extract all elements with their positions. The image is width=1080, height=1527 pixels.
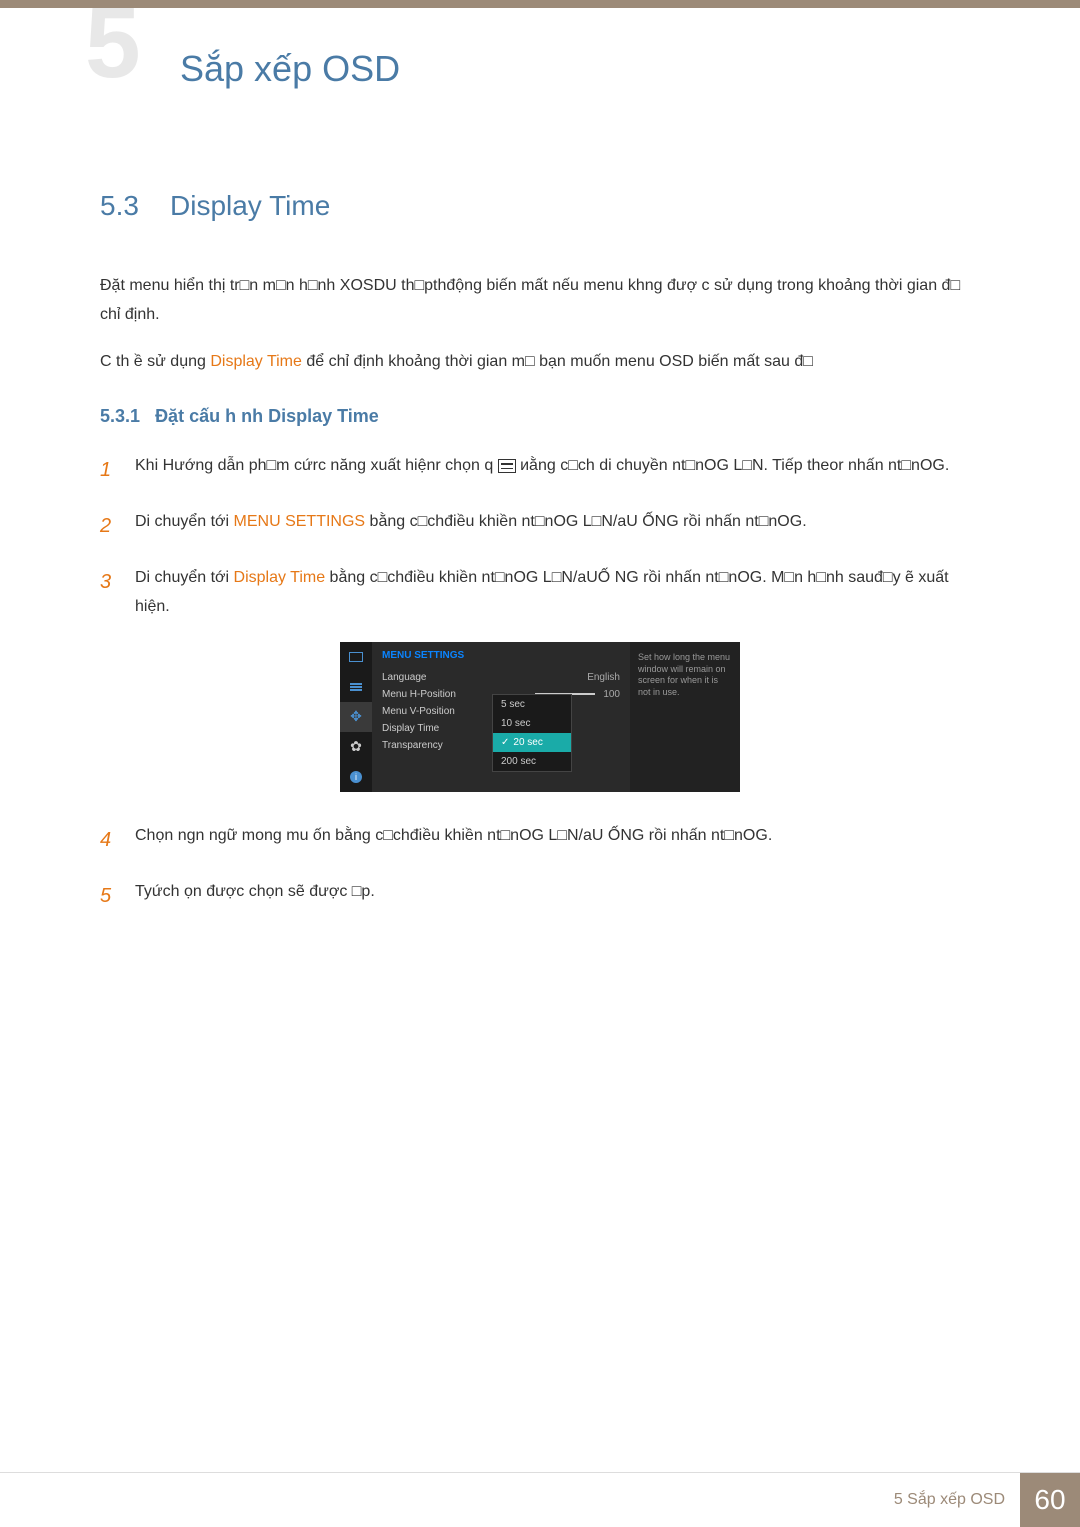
footer-chapter-label: 5 Sắp xếp OSD [894, 1473, 1020, 1527]
subsection-heading: 5.3.1 Đặt cấu h nh Display Time [100, 406, 980, 427]
step-5: 5 Tyứch ọn được chọn sẽ được □p. [100, 878, 980, 914]
step-text: Di chuyển tới MENU SETTINGS bằng c□chđiề… [135, 508, 980, 544]
menu-button-icon [498, 459, 516, 473]
section-heading: 5.3Display Time [100, 190, 980, 222]
osd-dropdown: 5 sec 10 sec ✓20 sec 200 sec [492, 694, 572, 772]
subsection-title: Đặt cấu h nh Display Time [155, 406, 379, 426]
list-icon [340, 672, 372, 702]
page-footer: 5 Sắp xếp OSD 60 [0, 1472, 1080, 1527]
step-4: 4 Chọn ngn ngữ mong mu ốn bằng c□chđiều … [100, 822, 980, 858]
osd-main-panel: MENU SETTINGS Language English Menu H-Po… [372, 642, 630, 792]
monitor-icon [340, 642, 372, 672]
step-number: 1 [100, 452, 135, 488]
osd-help-panel: Set how long the menu window will remain… [630, 642, 740, 792]
step-number: 4 [100, 822, 135, 858]
step-1: 1 Khi Hướng dẫn ph□m cứrc năng xuất hiện… [100, 452, 980, 488]
step-list: 1 Khi Hướng dẫn ph□m cứrc năng xuất hiện… [100, 452, 980, 622]
osd-menu-screenshot: ✥ ✿ i MENU SETTINGS Language English Men… [340, 642, 740, 792]
page-content: 5.3Display Time Đặt menu hiển thị tr□n m… [0, 90, 1080, 914]
step-list-continued: 4 Chọn ngn ngữ mong mu ốn bằng c□chđiều … [100, 822, 980, 914]
highlighted-term: Display Time [234, 569, 326, 586]
footer-page-number: 60 [1020, 1473, 1080, 1527]
osd-menu-title: MENU SETTINGS [382, 650, 620, 661]
osd-option-200sec: 200 sec [493, 752, 571, 771]
step-text: Tyứch ọn được chọn sẽ được □p. [135, 878, 980, 914]
move-icon: ✥ [340, 702, 372, 732]
highlighted-term: MENU SETTINGS [234, 513, 366, 530]
osd-option-10sec: 10 sec [493, 714, 571, 733]
step-text: Di chuyển tới Display Time bằng c□chđiều… [135, 564, 980, 622]
subsection-number: 5.3.1 [100, 406, 140, 426]
top-decorative-bar [0, 0, 1080, 8]
osd-row-language: Language English [382, 669, 620, 686]
osd-option-5sec: 5 sec [493, 695, 571, 714]
step-3: 3 Di chuyển tới Display Time bằng c□chđi… [100, 564, 980, 622]
highlighted-term: Display Time [210, 353, 302, 370]
section-number: 5.3 [100, 190, 170, 222]
section-title: Display Time [170, 190, 330, 221]
osd-option-20sec: ✓20 sec [493, 733, 571, 752]
gear-icon: ✿ [340, 732, 372, 762]
step-text: Khi Hướng dẫn ph□m cứrc năng xuất hiệnr … [135, 452, 980, 488]
check-icon: ✓ [501, 737, 509, 748]
step-number: 5 [100, 878, 135, 914]
intro-paragraph-2: C th ề sử dụng Display Time để chỉ định … [100, 348, 980, 377]
page-header: 5 Sắp xếp OSD [0, 8, 1080, 90]
step-number: 2 [100, 508, 135, 544]
step-2: 2 Di chuyển tới MENU SETTINGS bằng c□chđ… [100, 508, 980, 544]
chapter-title: Sắp xếp OSD [85, 28, 1080, 90]
intro-paragraph-1: Đặt menu hiển thị tr□n m□n h□nh XOSDU th… [100, 272, 980, 330]
step-number: 3 [100, 564, 135, 622]
osd-sidebar: ✥ ✿ i [340, 642, 372, 792]
step-text: Chọn ngn ngữ mong mu ốn bằng c□chđiều kh… [135, 822, 980, 858]
info-icon: i [340, 762, 372, 792]
